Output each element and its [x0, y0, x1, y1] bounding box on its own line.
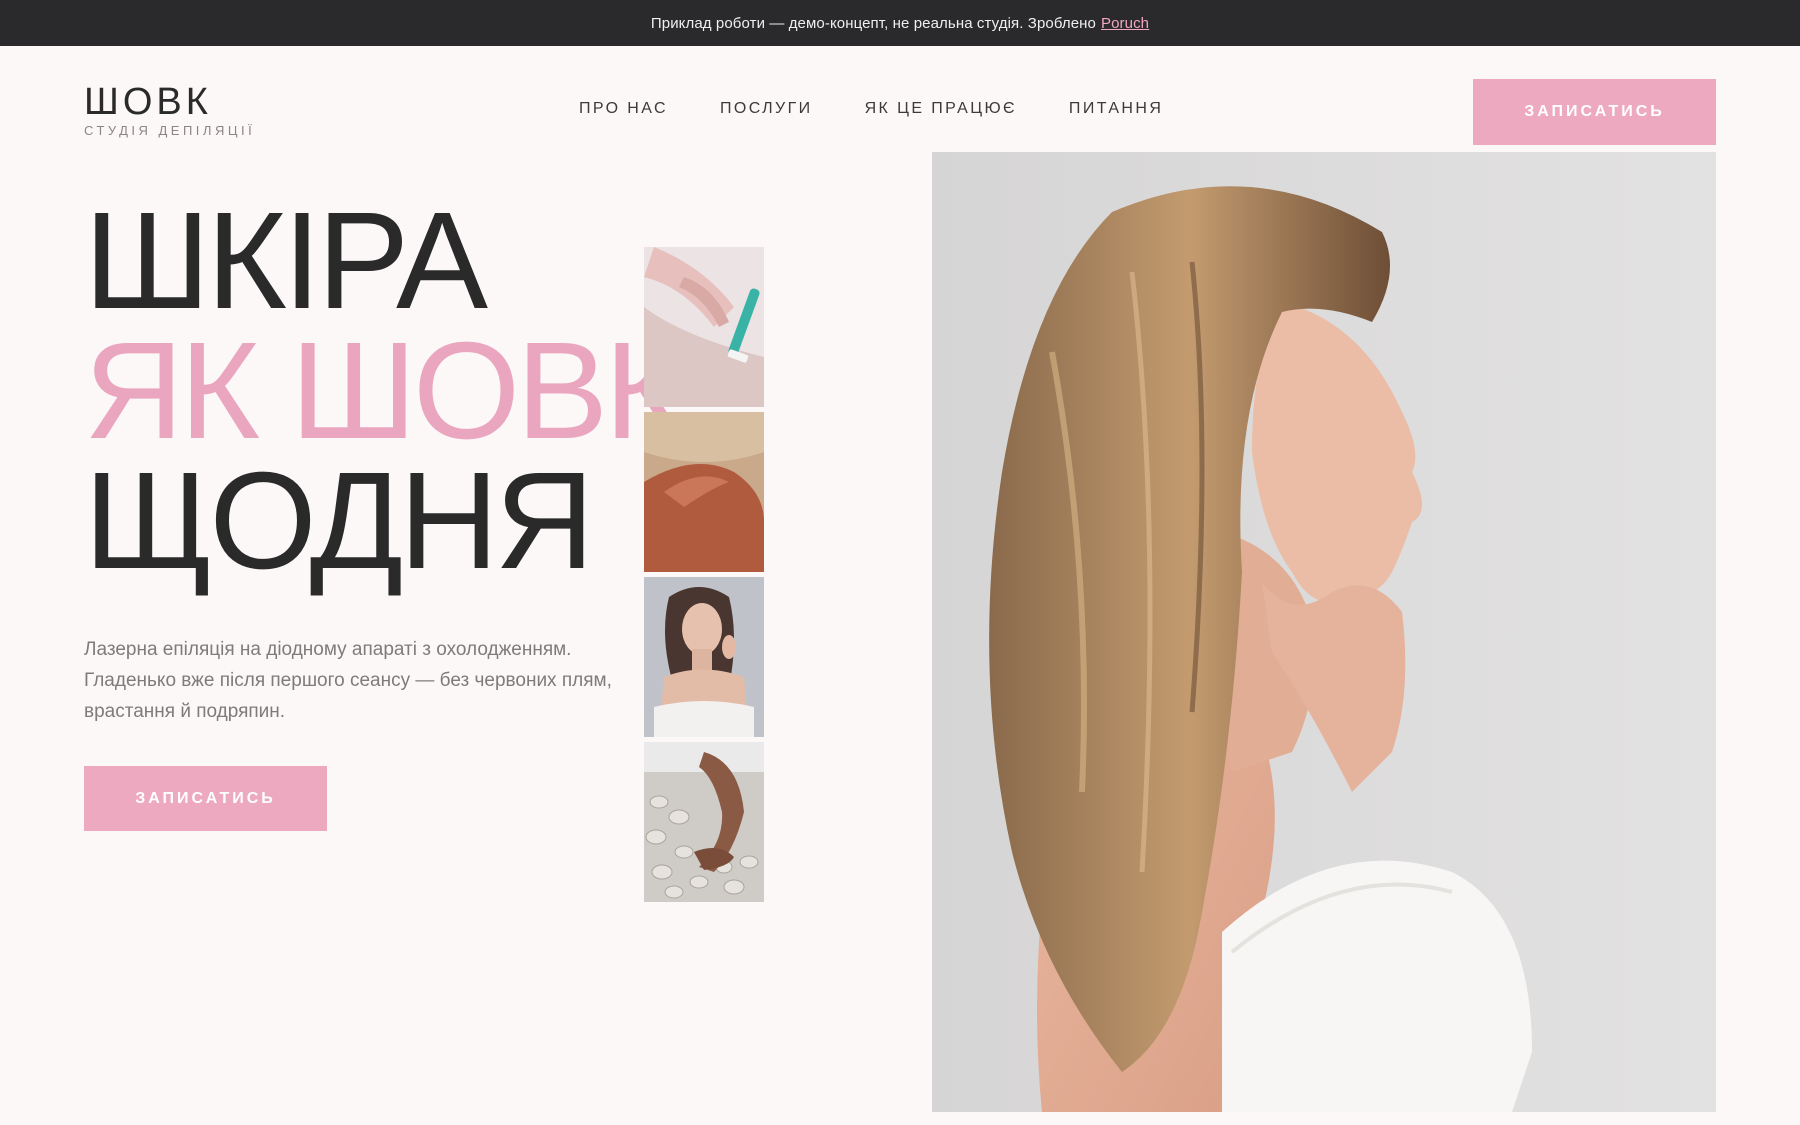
- thumbnail-strip: [644, 247, 764, 907]
- poruch-link[interactable]: Poruch: [1101, 15, 1149, 32]
- headline-line-3: ЩОДНЯ: [84, 444, 594, 598]
- headline-line-1: ШКІРА: [84, 184, 488, 338]
- thumbnail-skin-knee: [644, 412, 764, 572]
- hero-headline: ШКІРА ЯК ШОВК ЩОДНЯ: [84, 184, 685, 598]
- demo-banner-text: Приклад роботи — демо-концепт, не реальн…: [650, 14, 1096, 32]
- logo[interactable]: ШОВК СТУДІЯ ДЕПІЛЯЦІЇ: [84, 82, 255, 138]
- thumbnail-razor-leg: [644, 247, 764, 407]
- header-book-button[interactable]: ЗАПИСАТИСЬ: [1473, 79, 1716, 145]
- nav-item-services[interactable]: ПОСЛУГИ: [720, 100, 813, 118]
- logo-name: ШОВК: [84, 81, 212, 123]
- hero-description: Лазерна епіляція на діодному апараті з о…: [84, 639, 612, 722]
- logo-subtitle: СТУДІЯ ДЕПІЛЯЦІЇ: [84, 123, 256, 138]
- hero-book-button[interactable]: ЗАПИСАТИСЬ: [84, 766, 327, 831]
- hero-photo: [932, 152, 1716, 1112]
- headline-line-2: ЯК ШОВК: [84, 314, 685, 468]
- thumbnail-woman-portrait: [644, 577, 764, 737]
- nav-item-faq[interactable]: ПИТАННЯ: [1069, 100, 1163, 118]
- demo-banner: Приклад роботи — демо-концепт, не реальн…: [0, 0, 1800, 46]
- nav-item-about[interactable]: ПРО НАС: [579, 100, 668, 118]
- main-nav: ПРО НАС ПОСЛУГИ ЯК ЦЕ ПРАЦЮЄ ПИТАННЯ: [579, 100, 1163, 118]
- thumbnail-feet-pebbles: [644, 742, 764, 902]
- nav-item-how-it-works[interactable]: ЯК ЦЕ ПРАЦЮЄ: [865, 100, 1017, 118]
